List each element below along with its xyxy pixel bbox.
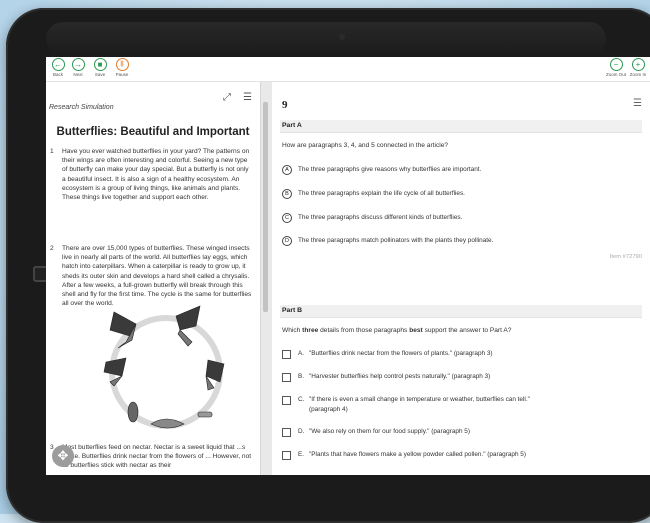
part-a-prompt: How are paragraphs 3, 4, and 5 connected… [282, 142, 449, 149]
back-button[interactable]: ← Back [48, 58, 68, 77]
radio-a[interactable]: A [282, 165, 292, 175]
checkbox-b[interactable] [282, 373, 291, 382]
arrow-right-icon: → [71, 58, 85, 71]
passage-tools: ⤢ ☰ [218, 87, 254, 105]
part-a-header: Part A [280, 120, 642, 133]
radio-d[interactable]: D [282, 236, 292, 246]
checkbox-a[interactable] [282, 350, 291, 359]
part-b-prompt: Which three details from those paragraph… [282, 327, 512, 334]
passage-label: Research Simulation [49, 104, 114, 111]
item-id: Item #72790 [609, 254, 642, 260]
question-menu-icon[interactable]: ☰ [633, 98, 642, 109]
expand-icon[interactable]: ⤢ [221, 91, 234, 104]
zoom-in-icon: + [631, 58, 645, 71]
zoom-in-button[interactable]: + Zoom In [628, 58, 648, 77]
toolbar: ← Back → Next ■ Save || Pause − Zoom Out… [46, 57, 650, 82]
checkbox-d[interactable] [282, 428, 291, 437]
menu-icon[interactable]: ☰ [241, 91, 254, 104]
paragraph-3: 3 Most butterflies feed on nectar. Necta… [50, 444, 252, 470]
radio-b[interactable]: B [282, 189, 292, 199]
pause-icon: || [115, 58, 129, 71]
radio-c[interactable]: C [282, 213, 292, 223]
scrollbar-thumb[interactable] [263, 102, 268, 312]
pause-button[interactable]: || Pause [112, 58, 132, 77]
next-button[interactable]: → Next [68, 58, 88, 77]
paragraph-1: 1 Have you ever watched butterflies in y… [50, 148, 250, 202]
checkbox-e[interactable] [282, 451, 291, 460]
passage-title: Butterflies: Beautiful and Important [56, 126, 250, 138]
passage-panel: ⤢ ☰ Research Simulation Butterflies: Bea… [46, 82, 260, 475]
zoom-out-icon: − [609, 58, 623, 71]
question-number: 9 [282, 99, 288, 111]
save-button[interactable]: ■ Save [90, 58, 110, 77]
zoom-out-button[interactable]: − Zoom Out [606, 58, 626, 77]
save-icon: ■ [93, 58, 107, 71]
screen: ← Back → Next ■ Save || Pause − Zoom Out… [46, 57, 650, 475]
butterfly-life-cycle-illustration [103, 305, 225, 429]
question-panel: 9 ☰ Part A How are paragraphs 3, 4, and … [272, 82, 650, 475]
part-b-header: Part B [280, 305, 642, 318]
paragraph-2: 2 There are over 15,000 types of butterf… [50, 245, 252, 308]
camera-dot [339, 34, 345, 40]
checkbox-c[interactable] [282, 396, 291, 405]
tablet-sheen [46, 22, 606, 56]
arrow-left-icon: ← [51, 58, 65, 71]
drag-handle-icon[interactable]: ✥ [52, 445, 74, 467]
